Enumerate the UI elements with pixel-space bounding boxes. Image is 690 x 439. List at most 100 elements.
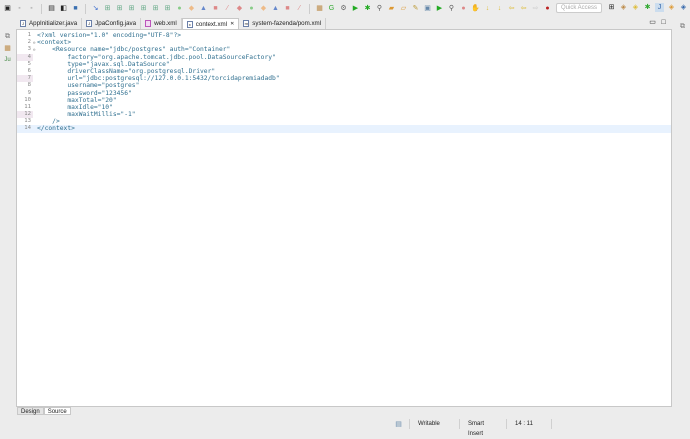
pen-icon[interactable]: ✎	[411, 4, 420, 13]
forward-icon[interactable]: ⇨	[531, 4, 540, 13]
status-bar: ▤ Writable Smart Insert 14 : 11	[0, 417, 690, 437]
server-icon[interactable]: ⊞	[127, 4, 136, 13]
server-icon[interactable]: ⊞	[163, 4, 172, 13]
tab-label: JpaConfig.java	[95, 20, 137, 27]
skip-breakpoints-icon[interactable]: ↘	[91, 4, 100, 13]
server-icon[interactable]: ⊞	[115, 4, 124, 13]
window-icon[interactable]: ▣	[423, 4, 432, 13]
tab-design[interactable]: Design	[17, 407, 44, 415]
code-line[interactable]: 14 </context>	[17, 125, 671, 133]
properties-icon[interactable]: ▤	[47, 4, 56, 13]
settings-icon[interactable]: ⚙	[339, 4, 348, 13]
xml-file-icon	[145, 20, 152, 27]
line-number: 1	[27, 32, 31, 38]
line-number: 6	[27, 67, 31, 74]
hand-icon[interactable]: ✋	[471, 4, 480, 13]
shape-icon[interactable]: ⁄	[295, 4, 304, 13]
code-text: maxTotal="20"	[37, 96, 117, 104]
gradle-icon[interactable]: G	[327, 4, 336, 13]
tab-web-xml[interactable]: web.xml	[141, 18, 182, 29]
save-icon[interactable]: ▪	[15, 4, 24, 13]
line-number: 4	[17, 53, 33, 61]
code-line[interactable]: 9 password="123456"	[17, 90, 671, 97]
tab-pom-xml[interactable]: m system-fazenda/pom.xml	[239, 18, 327, 29]
shape-icon[interactable]: ▲	[199, 4, 208, 13]
code-text: factory="org.apache.tomcat.jdbc.pool.Dat…	[37, 53, 276, 61]
perspective-icon[interactable]: ◈	[667, 3, 676, 12]
shape-icon[interactable]: ●	[247, 4, 256, 13]
server-icon[interactable]: ⊞	[103, 4, 112, 13]
code-line[interactable]: 3 ⊖ <Resource name="jdbc/postgres" auth="…	[17, 46, 671, 53]
shape-icon[interactable]: ■	[283, 4, 292, 13]
code-line[interactable]: 10 maxTotal="20"	[17, 97, 671, 104]
ladybug-icon[interactable]: ●	[543, 4, 552, 13]
code-line[interactable]: 7 url="jdbc:postgresql://127.0.0.1:5432/…	[17, 75, 671, 83]
junit-icon[interactable]: Ju	[3, 56, 12, 65]
line-number: 8	[27, 82, 31, 89]
perspective-icon[interactable]: ✱	[643, 3, 652, 12]
restore-icon[interactable]: ⧉	[3, 32, 12, 41]
maximize-icon[interactable]: □	[659, 18, 668, 27]
code-line[interactable]: 8 username="postgres"	[17, 82, 671, 89]
cursor-position: 14 : 11	[506, 419, 551, 429]
line-number: 14	[24, 125, 31, 132]
shape-icon[interactable]: ◆	[235, 4, 244, 13]
tab-appinitializer[interactable]: J AppInitializer.java	[16, 18, 83, 29]
hierarchy-icon[interactable]: ▦	[3, 44, 12, 53]
code-line[interactable]: 2 ⊖ <context>	[17, 39, 671, 46]
search-icon[interactable]: ⚲	[375, 4, 384, 13]
step-over-icon[interactable]: ↓	[495, 4, 504, 13]
back-icon[interactable]: ⇦	[507, 4, 516, 13]
back-icon[interactable]: ⇦	[519, 4, 528, 13]
server-icon[interactable]: ⊞	[151, 4, 160, 13]
code-line[interactable]: 6 driverClassName="org.postgresql.Driver…	[17, 68, 671, 75]
tab-label: AppInitializer.java	[29, 20, 78, 27]
code-line[interactable]: 11 maxIdle="10"	[17, 104, 671, 111]
shape-icon[interactable]: ◆	[259, 4, 268, 13]
java-perspective-icon[interactable]: J	[655, 3, 664, 12]
shape-icon[interactable]: ▲	[271, 4, 280, 13]
folder-icon[interactable]: ▱	[399, 4, 408, 13]
perspective-icon[interactable]: ◈	[631, 3, 640, 12]
perspective-bar: ⊞ ◈ ◈ ✱ J ◈ ◈	[607, 3, 688, 12]
quick-access-input[interactable]: Quick Access	[556, 3, 602, 13]
code-line[interactable]: 1 <?xml version="1.0" encoding="UTF-8"?>	[17, 32, 671, 39]
shape-icon[interactable]: ■	[211, 4, 220, 13]
perspective-icon[interactable]: ◈	[619, 3, 628, 12]
status-divider	[551, 419, 568, 429]
minimize-icon[interactable]: ▭	[648, 18, 657, 27]
debug-icon[interactable]: ✱	[363, 4, 372, 13]
code-line[interactable]: 5 type="javax.sql.DataSource"	[17, 61, 671, 68]
run-icon[interactable]: ▶	[351, 4, 360, 13]
code-line[interactable]: 13 />	[17, 118, 671, 125]
save-all-icon[interactable]: ▪	[27, 4, 36, 13]
shape-icon[interactable]: ⁄	[223, 4, 232, 13]
resume-icon[interactable]: ▶	[435, 4, 444, 13]
restore-icon[interactable]: ⧉	[678, 22, 687, 31]
open-perspective-icon[interactable]: ⊞	[607, 3, 616, 12]
code-text: />	[37, 118, 60, 126]
code-line[interactable]: 4 factory="org.apache.tomcat.jdbc.pool.D…	[17, 53, 671, 61]
shape-icon[interactable]: ◆	[187, 4, 196, 13]
xml-source-editor[interactable]: 1 <?xml version="1.0" encoding="UTF-8"?> 2…	[16, 29, 672, 407]
right-trim-bar: ⧉	[674, 17, 690, 47]
shape-icon[interactable]: ●	[175, 4, 184, 13]
server-icon[interactable]: ⊞	[139, 4, 148, 13]
tab-source[interactable]: Source	[43, 407, 71, 415]
tab-jpaconfig[interactable]: J JpaConfig.java	[82, 18, 142, 29]
code-text: password="123456"	[37, 89, 132, 97]
tab-context-xml[interactable]: x context.xml ✕	[181, 18, 240, 29]
close-icon[interactable]: ✕	[230, 21, 234, 27]
open-folder-icon[interactable]: ▰	[387, 4, 396, 13]
code-text: url="jdbc:postgresql://127.0.0.1:5432/to…	[37, 75, 280, 83]
code-line[interactable]: 12 maxWaitMillis="-1"	[17, 111, 671, 119]
inspect-icon[interactable]: ⚲	[447, 4, 456, 13]
code-text: maxWaitMillis="-1"	[37, 111, 136, 119]
terminal-icon[interactable]: ■	[71, 4, 80, 13]
open-icon[interactable]: ◧	[59, 4, 68, 13]
package-icon[interactable]: ▦	[315, 4, 324, 13]
step-into-icon[interactable]: ↓	[483, 4, 492, 13]
new-icon[interactable]: ▣	[3, 4, 12, 13]
stop-icon[interactable]: ●	[459, 4, 468, 13]
perspective-icon[interactable]: ◈	[679, 3, 688, 12]
